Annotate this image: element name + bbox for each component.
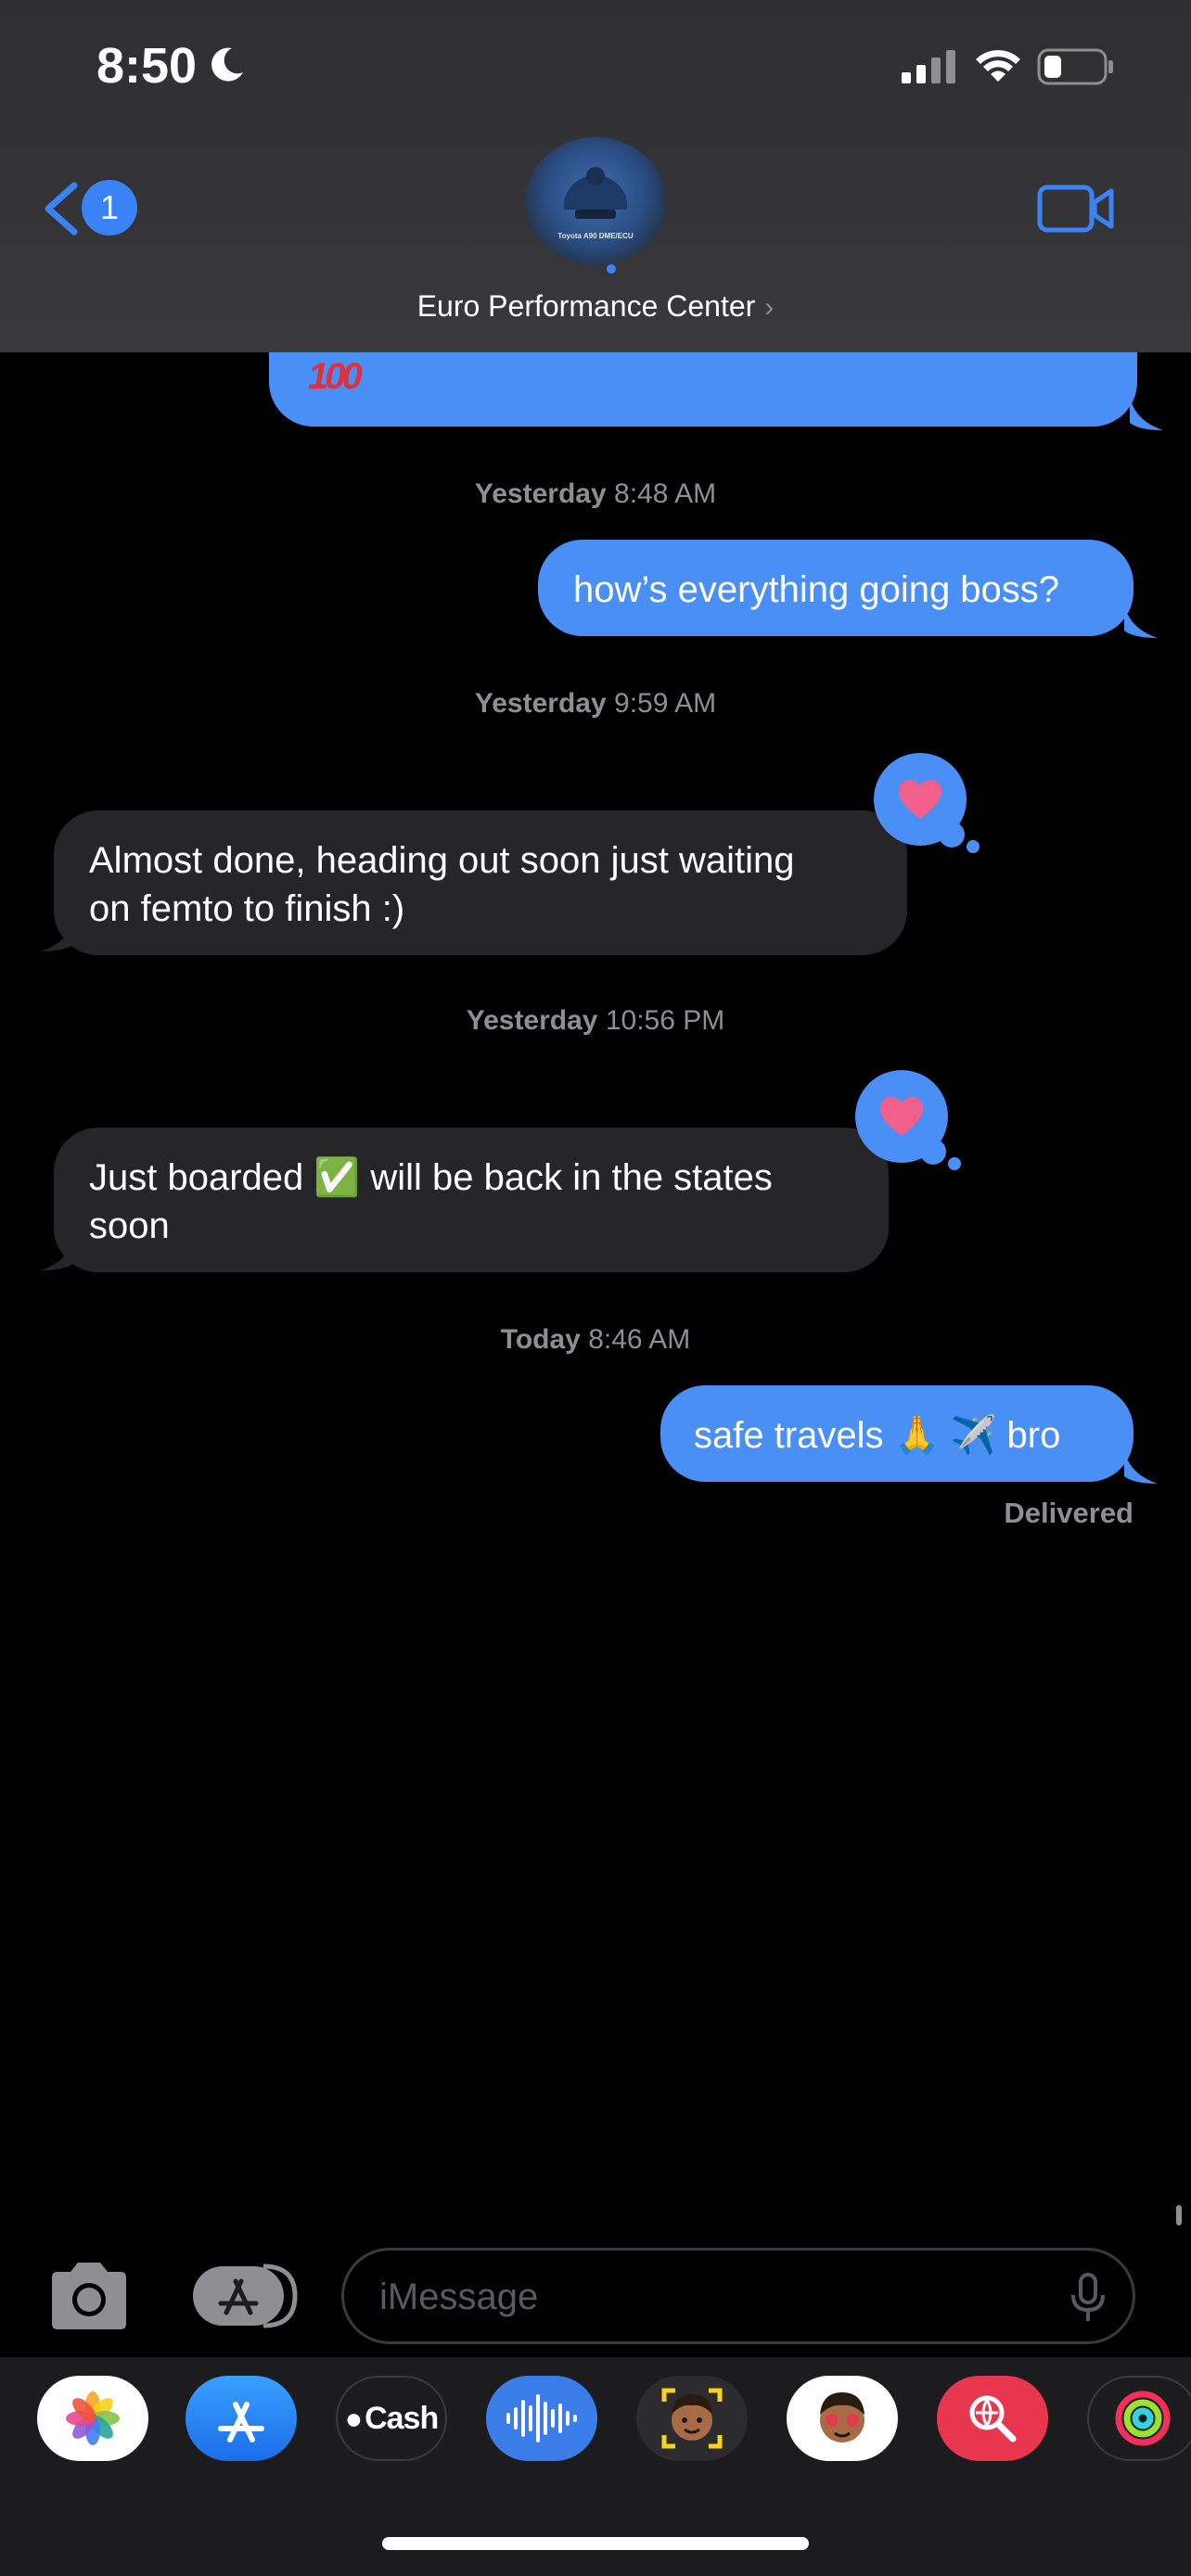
bubble-tail	[41, 1237, 74, 1270]
activity-rings-icon	[1115, 2391, 1171, 2446]
app-store-icon[interactable]	[186, 2376, 297, 2461]
apple-cash-label: Cash	[365, 2400, 439, 2436]
back-button[interactable]: 1	[41, 176, 143, 241]
check-mark-emoji: ✅	[314, 1157, 361, 1198]
app-store-apps-icon[interactable]	[191, 2263, 299, 2329]
photos-flower-icon	[66, 2391, 120, 2445]
battery-icon	[1037, 48, 1113, 85]
waveform-icon	[506, 2394, 577, 2442]
memoji-sticker-face-icon	[820, 2392, 864, 2442]
message-bubble-incoming[interactable]: Almost done, heading out soon just waiti…	[54, 810, 907, 955]
timestamp: Yesterday 10:56 PM	[466, 1005, 725, 1036]
tapback-tail-dot	[967, 840, 980, 853]
memoji-face-icon	[661, 2388, 723, 2449]
folded-hands-emoji: 🙏	[893, 1415, 941, 1456]
video-call-icon[interactable]	[1037, 182, 1115, 236]
bubble-tail	[41, 918, 74, 951]
unread-count-badge: 1	[82, 180, 137, 236]
moon-icon	[211, 47, 243, 82]
tapback-tail-dot	[920, 1139, 946, 1165]
heart-icon	[880, 1097, 923, 1136]
message-text-line: soon	[89, 1205, 170, 1246]
cellular-signal-icon	[902, 50, 955, 83]
message-input[interactable]	[379, 2273, 1029, 2321]
scroll-indicator[interactable]	[1176, 2205, 1182, 2225]
hundred-points-emoji: 100	[308, 356, 363, 397]
message-text: how’s everything going boss?	[573, 569, 1060, 610]
bubble-tail	[1124, 1450, 1158, 1484]
message-bubble-outgoing[interactable]: how’s everything going boss?	[538, 540, 1133, 636]
status-time: 8:50	[96, 38, 198, 94]
bubble-tail	[1130, 397, 1163, 430]
web-search-icon[interactable]	[937, 2376, 1048, 2461]
timestamp: Yesterday 8:48 AM	[474, 478, 717, 509]
activity-icon[interactable]	[1087, 2376, 1191, 2461]
wifi-icon	[976, 50, 1020, 82]
avatar-indicator-dot	[607, 264, 616, 274]
message-input-field[interactable]	[341, 2248, 1135, 2344]
voice-memo-icon[interactable]	[486, 2376, 597, 2461]
memoji-stickers-icon[interactable]	[787, 2376, 898, 2461]
apple-logo-icon: ●	[344, 2401, 364, 2435]
avatar-caption: Toyota A90 DME/ECU	[557, 232, 634, 240]
camera-icon[interactable]	[46, 2261, 132, 2331]
chevron-left-icon	[45, 182, 78, 236]
message-text-line: on femto to finish :)	[89, 888, 405, 929]
contact-name: Euro Performance Center	[416, 289, 756, 323]
message-text-line: Just boarded ✅ will be back in the state…	[89, 1157, 773, 1198]
contact-name-button[interactable]: Euro Performance Center ›	[0, 289, 1191, 324]
message-text-line: Almost done, heading out soon just waiti…	[89, 840, 795, 881]
apple-cash-icon[interactable]: ● Cash	[336, 2376, 447, 2461]
chevron-right-icon: ›	[764, 292, 775, 323]
contact-avatar[interactable]: Toyota A90 DME/ECU	[525, 137, 666, 265]
memoji-icon[interactable]	[636, 2376, 748, 2461]
car-icon	[563, 167, 628, 219]
home-indicator[interactable]	[382, 2537, 809, 2550]
microphone-icon[interactable]	[1069, 2273, 1107, 2323]
timestamp: Yesterday 9:59 AM	[474, 688, 717, 719]
photos-icon[interactable]	[37, 2376, 148, 2461]
conversation-header: 8:50 1 Toyota A90 DME/ECU Euro Performan	[0, 0, 1191, 352]
app-store-a-icon	[218, 2402, 264, 2442]
message-bubble-outgoing[interactable]: safe travels 🙏 ✈️ bro	[660, 1385, 1133, 1482]
heart-icon	[899, 780, 941, 819]
tapback-tail-dot	[939, 822, 965, 848]
delivery-status: Delivered	[1004, 1497, 1133, 1529]
timestamp: Today 8:46 AM	[500, 1324, 691, 1355]
bubble-tail	[1124, 605, 1158, 638]
message-bubble-incoming[interactable]: Just boarded ✅ will be back in the state…	[54, 1128, 889, 1272]
magnifier-globe-icon	[969, 2395, 1017, 2442]
airplane-emoji: ✈️	[950, 1415, 997, 1456]
tapback-tail-dot	[948, 1157, 961, 1170]
